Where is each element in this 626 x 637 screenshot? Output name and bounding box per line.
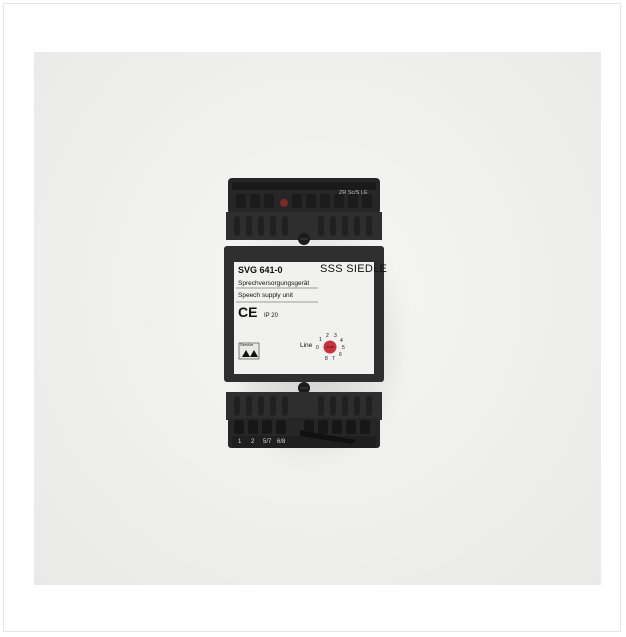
dial-number: 2 [326,333,329,339]
dial-number: 5 [342,345,345,351]
terminal-label: 2 [251,439,255,445]
ce-mark: CE [238,304,258,320]
dial-number: 1 [319,337,322,343]
terminal-label: 1 [238,439,242,445]
top-terminal-text: ZR Sc/S LE [339,190,368,196]
model-number: SVG 641-0 [238,265,283,275]
dial-number: 4 [340,338,343,344]
top-rail-groove [232,182,376,190]
ip-rating: IP 20 [264,313,278,319]
dial-label: Line [300,342,313,349]
terminal-label: 5/7 [263,439,272,445]
dial-number: 3 [334,333,337,339]
description-en: Speech supply unit [238,292,293,299]
dial-number: 8 [325,356,328,362]
service-label: Service [240,342,254,347]
dial-number: 6 [339,352,342,358]
terminal-label: 6/8 [277,439,286,445]
dial-number: 0 [316,345,319,351]
status-led [280,199,288,207]
brand-logo: SSS SIEDLE [320,263,388,275]
device-illustration [224,178,384,448]
dial-number: 7 [332,356,335,362]
description-de: Sprechversorgungsgerät [238,280,310,287]
